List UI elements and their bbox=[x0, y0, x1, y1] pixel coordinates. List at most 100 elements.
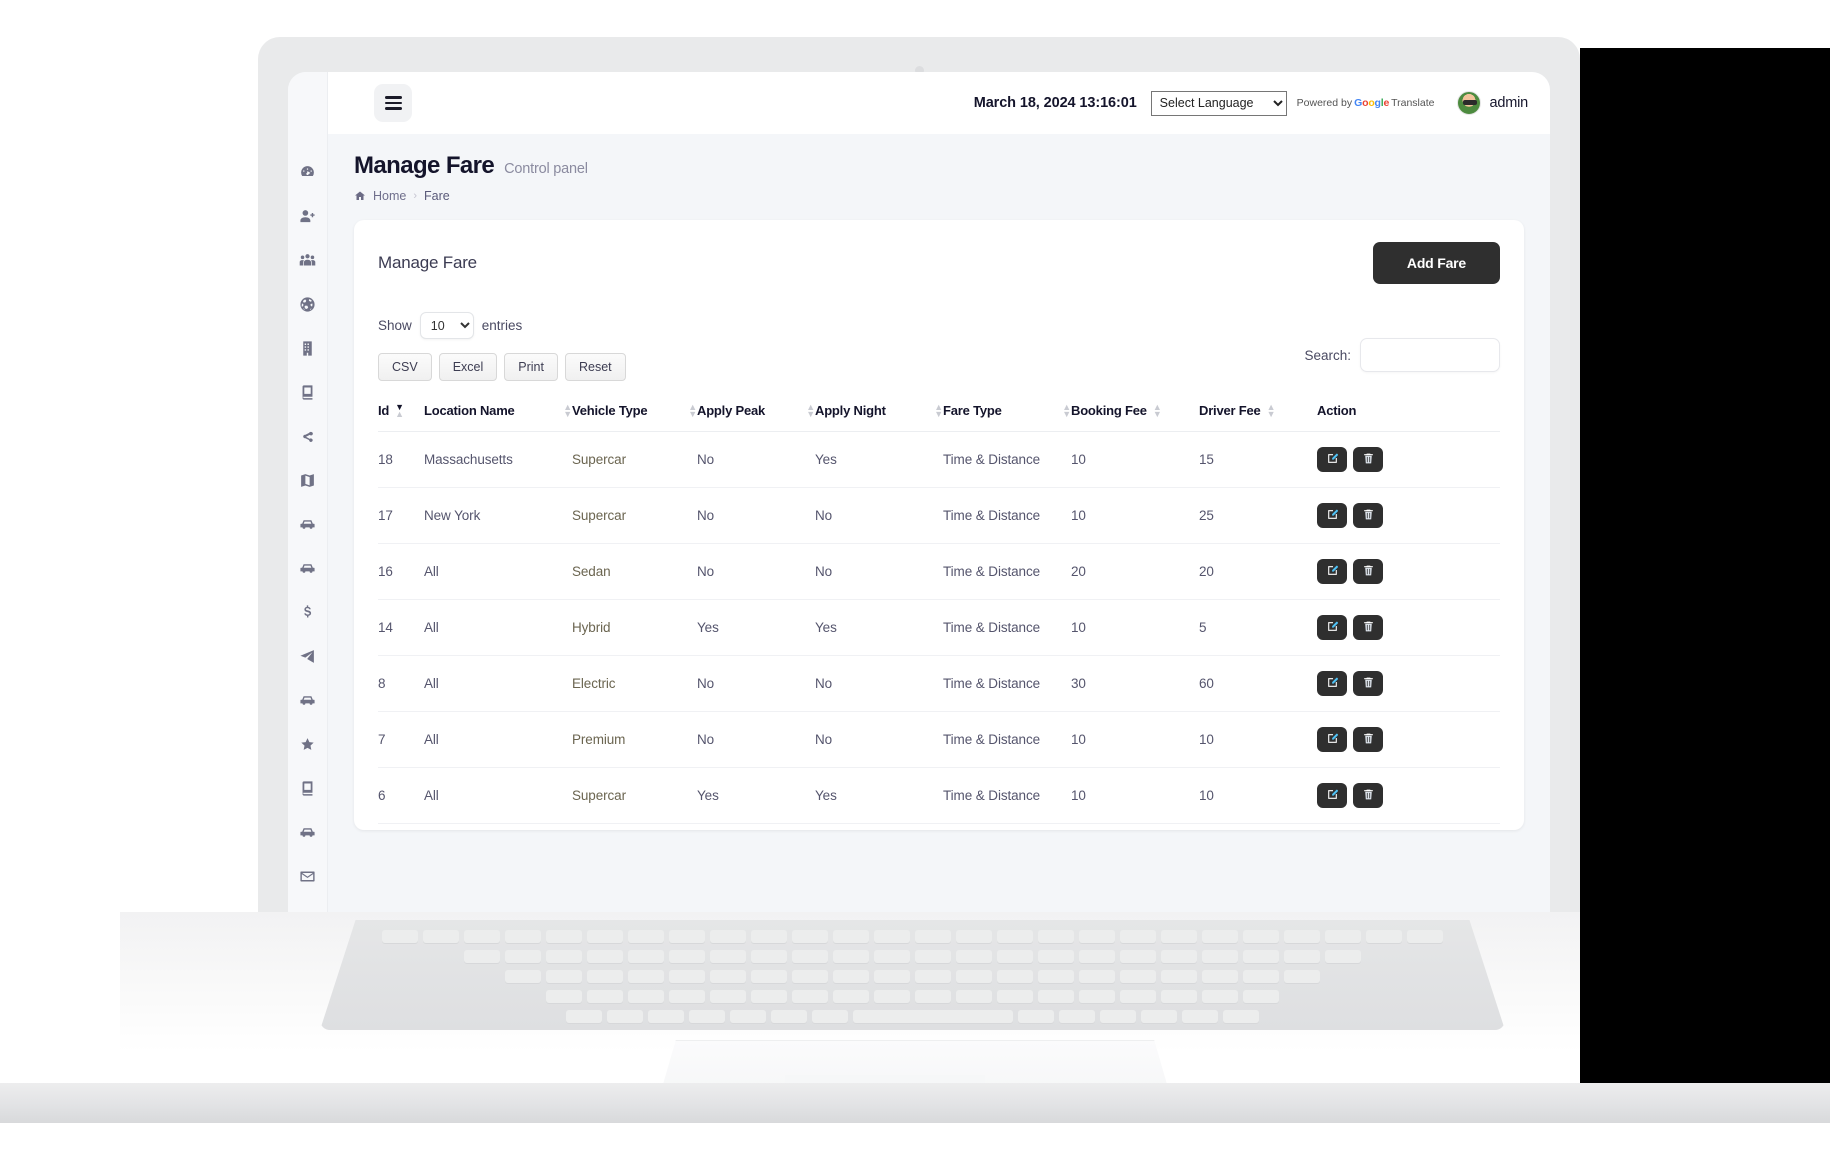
edit-row-button[interactable] bbox=[1317, 447, 1347, 472]
avatar[interactable] bbox=[1456, 91, 1481, 115]
sort-icon[interactable]: ▲ ▼ bbox=[934, 402, 943, 418]
keyboard-key bbox=[1325, 930, 1361, 943]
csv-button[interactable]: CSV bbox=[378, 353, 432, 381]
delete-row-button[interactable] bbox=[1353, 447, 1383, 472]
keyboard-key bbox=[915, 950, 951, 963]
column-header-fare-type[interactable]: Fare Type ▲ ▼ bbox=[943, 402, 1071, 432]
sort-icon[interactable]: ▲ ▼ bbox=[1153, 402, 1162, 418]
sidebar-item-vehicles[interactable] bbox=[297, 516, 319, 538]
delete-row-button[interactable] bbox=[1353, 615, 1383, 640]
sidebar-item-send[interactable] bbox=[297, 648, 319, 670]
sidebar-item-users[interactable] bbox=[297, 252, 319, 274]
excel-button[interactable]: Excel bbox=[438, 353, 498, 381]
delete-row-button[interactable] bbox=[1353, 671, 1383, 696]
sidebar-item-add-user[interactable] bbox=[297, 208, 319, 230]
sidebar-toggle-button[interactable] bbox=[374, 84, 412, 122]
search-input[interactable] bbox=[1360, 338, 1500, 372]
sort-icon[interactable]: ▲ ▼ bbox=[1267, 402, 1276, 418]
sidebar-item-globe[interactable] bbox=[297, 296, 319, 318]
keyboard-key bbox=[1018, 1010, 1054, 1023]
sort-icon[interactable]: ▲ ▼ bbox=[806, 402, 815, 418]
column-header-driver-fee[interactable]: Driver Fee ▲ ▼ bbox=[1199, 402, 1317, 432]
keyboard-key bbox=[587, 970, 623, 983]
fare-table: Id ▼ ▲ Location Name ▲ ▼ Vehicle Type ▲ ▼ bbox=[378, 402, 1500, 830]
column-header-action: Action bbox=[1317, 403, 1500, 432]
delete-row-button[interactable] bbox=[1353, 559, 1383, 584]
edit-row-button[interactable] bbox=[1317, 671, 1347, 696]
keyboard-key bbox=[546, 970, 582, 983]
reset-button[interactable]: Reset bbox=[564, 353, 626, 381]
keyboard-key bbox=[607, 1010, 643, 1023]
column-header-apply-night[interactable]: Apply Night ▲ ▼ bbox=[815, 402, 943, 432]
sort-icon[interactable]: ▲ ▼ bbox=[688, 402, 697, 418]
edit-row-button[interactable] bbox=[1317, 727, 1347, 752]
cell-fare-type: Time & Distance bbox=[943, 431, 1071, 488]
breadcrumb-home-link[interactable]: Home bbox=[373, 189, 406, 203]
edit-row-button[interactable] bbox=[1317, 783, 1347, 808]
cell-driver-fee: 20 bbox=[1199, 543, 1317, 600]
sidebar-item-share-nodes[interactable] bbox=[297, 428, 319, 450]
keyboard-key bbox=[730, 1010, 766, 1023]
delete-icon bbox=[1362, 788, 1375, 804]
sidebar-item-rides[interactable] bbox=[297, 560, 319, 582]
print-button[interactable]: Print bbox=[504, 353, 558, 381]
delete-row-button[interactable] bbox=[1353, 503, 1383, 528]
cell-action bbox=[1317, 431, 1500, 488]
sidebar-item-cab[interactable] bbox=[297, 824, 319, 846]
building-icon bbox=[299, 340, 316, 362]
cell-apply-peak: No bbox=[697, 711, 815, 768]
delete-row-button[interactable] bbox=[1353, 727, 1383, 752]
cell-id: 16 bbox=[378, 543, 424, 600]
sort-icon[interactable]: ▼ ▲ bbox=[395, 402, 404, 418]
username-label[interactable]: admin bbox=[1490, 95, 1529, 111]
cell-booking-fee: 10 bbox=[1071, 431, 1199, 488]
sidebar-item-reports[interactable] bbox=[297, 780, 319, 802]
language-select[interactable]: Select Language bbox=[1150, 90, 1287, 116]
keyboard-key bbox=[751, 970, 787, 983]
hamburger-icon bbox=[384, 95, 402, 112]
keyboard-key bbox=[956, 950, 992, 963]
keyboard-key bbox=[853, 1010, 1013, 1023]
star-icon bbox=[299, 736, 316, 758]
keyboard-key bbox=[1161, 990, 1197, 1003]
sort-icon[interactable]: ▲ ▼ bbox=[1062, 402, 1071, 418]
column-header-location-name[interactable]: Location Name ▲ ▼ bbox=[424, 402, 572, 432]
sidebar-item-book[interactable] bbox=[297, 384, 319, 406]
keyboard-key bbox=[915, 970, 951, 983]
edit-row-button[interactable] bbox=[1317, 503, 1347, 528]
edit-row-button[interactable] bbox=[1317, 559, 1347, 584]
keyboard-key bbox=[628, 970, 664, 983]
cell-apply-night: No bbox=[815, 543, 943, 600]
breadcrumb-separator: › bbox=[413, 190, 418, 202]
column-label: Fare Type bbox=[943, 403, 1002, 418]
column-header-id[interactable]: Id ▼ ▲ bbox=[378, 402, 424, 432]
column-header-apply-peak[interactable]: Apply Peak ▲ ▼ bbox=[697, 402, 815, 432]
sort-icon[interactable]: ▲ ▼ bbox=[563, 402, 572, 418]
keyboard-key bbox=[1161, 950, 1197, 963]
add-fare-button[interactable]: Add Fare bbox=[1372, 242, 1500, 284]
table-row: 6 All Supercar Yes Yes Time & Distance 10 10 bbox=[378, 767, 1500, 824]
cell-apply-night: Yes bbox=[815, 599, 943, 656]
cell-driver-fee: 5 bbox=[1199, 599, 1317, 656]
show-label: Show bbox=[378, 318, 412, 333]
cell-apply-peak: No bbox=[697, 655, 815, 712]
sidebar-item-company[interactable] bbox=[297, 340, 319, 362]
keyboard-key bbox=[628, 990, 664, 1003]
sidebar-item-reviews[interactable] bbox=[297, 736, 319, 758]
edit-row-button[interactable] bbox=[1317, 615, 1347, 640]
column-header-vehicle-type[interactable]: Vehicle Type ▲ ▼ bbox=[572, 402, 697, 432]
keyboard-key bbox=[1243, 970, 1279, 983]
sidebar-item-dashboard[interactable] bbox=[297, 164, 319, 186]
sidebar-item-map[interactable] bbox=[297, 472, 319, 494]
page-length-select[interactable]: 10 bbox=[419, 312, 474, 339]
delete-row-button[interactable] bbox=[1353, 783, 1383, 808]
laptop-keyboard bbox=[320, 920, 1505, 1030]
edit-icon bbox=[1326, 620, 1339, 636]
sidebar-item-taxi[interactable] bbox=[297, 692, 319, 714]
column-header-booking-fee[interactable]: Booking Fee ▲ ▼ bbox=[1071, 402, 1199, 432]
cell-fare-type: Time & Distance bbox=[943, 711, 1071, 768]
keyboard-key bbox=[669, 950, 705, 963]
keyboard-key bbox=[505, 950, 541, 963]
sidebar-item-fare[interactable] bbox=[297, 604, 319, 626]
sidebar-item-messages[interactable] bbox=[297, 868, 319, 890]
